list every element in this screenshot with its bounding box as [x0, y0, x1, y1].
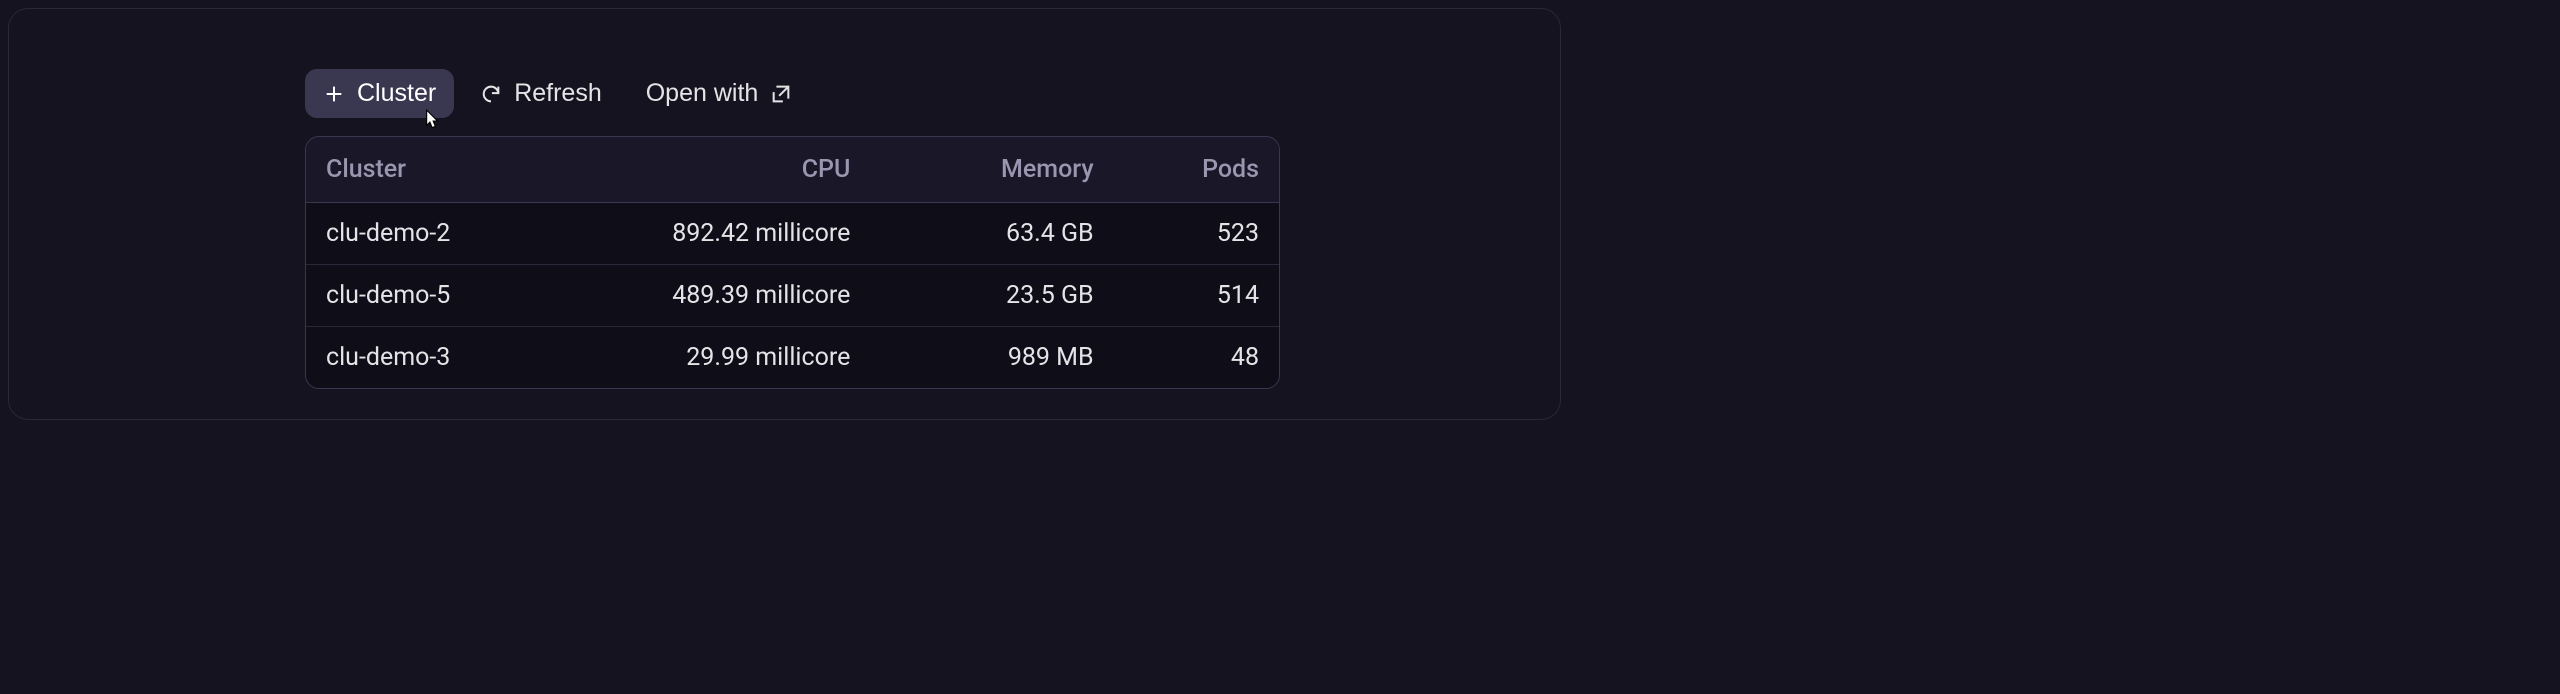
- cell-memory: 989 MB: [870, 327, 1113, 389]
- cell-memory: 63.4 GB: [870, 203, 1113, 265]
- cell-cluster: clu-demo-2: [306, 203, 598, 265]
- cluster-panel: Cluster Refresh Open with Cluster CPU Me…: [8, 8, 1561, 420]
- refresh-icon: [480, 83, 502, 105]
- table-header-row: Cluster CPU Memory Pods: [306, 137, 1279, 203]
- cell-pods: 523: [1114, 203, 1279, 265]
- add-cluster-button[interactable]: Cluster: [305, 69, 454, 118]
- table-row[interactable]: clu-demo-2 892.42 millicore 63.4 GB 523: [306, 203, 1279, 265]
- col-header-pods[interactable]: Pods: [1114, 137, 1279, 203]
- cell-cluster: clu-demo-5: [306, 265, 598, 327]
- cell-cpu: 892.42 millicore: [598, 203, 870, 265]
- cell-pods: 514: [1114, 265, 1279, 327]
- cell-pods: 48: [1114, 327, 1279, 389]
- col-header-cpu[interactable]: CPU: [598, 137, 870, 203]
- cluster-table: Cluster CPU Memory Pods clu-demo-2 892.4…: [306, 137, 1279, 388]
- open-external-icon: [770, 83, 792, 105]
- cluster-table-wrap: Cluster CPU Memory Pods clu-demo-2 892.4…: [305, 136, 1280, 389]
- cell-cluster: clu-demo-3: [306, 327, 598, 389]
- open-with-button[interactable]: Open with: [628, 69, 811, 118]
- cell-cpu: 489.39 millicore: [598, 265, 870, 327]
- table-row[interactable]: clu-demo-3 29.99 millicore 989 MB 48: [306, 327, 1279, 389]
- refresh-button[interactable]: Refresh: [462, 69, 620, 118]
- col-header-memory[interactable]: Memory: [870, 137, 1113, 203]
- open-with-label: Open with: [646, 79, 759, 108]
- cell-memory: 23.5 GB: [870, 265, 1113, 327]
- cell-cpu: 29.99 millicore: [598, 327, 870, 389]
- plus-icon: [323, 83, 345, 105]
- refresh-label: Refresh: [514, 79, 602, 108]
- table-row[interactable]: clu-demo-5 489.39 millicore 23.5 GB 514: [306, 265, 1279, 327]
- add-cluster-label: Cluster: [357, 79, 436, 108]
- col-header-cluster[interactable]: Cluster: [306, 137, 598, 203]
- toolbar: Cluster Refresh Open with: [305, 69, 1280, 118]
